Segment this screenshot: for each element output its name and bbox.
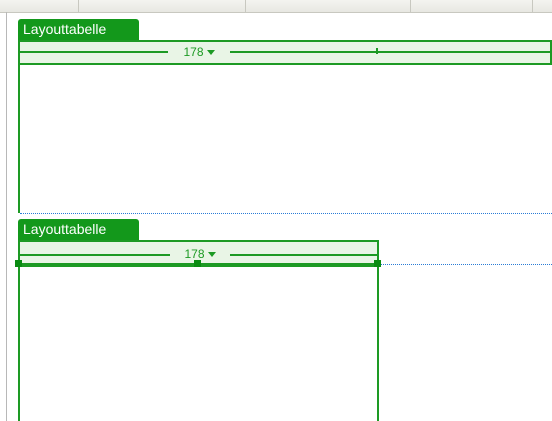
layout-table-border-dotted [379, 264, 552, 265]
width-line [20, 254, 170, 256]
layout-table-border-left[interactable] [18, 263, 20, 421]
table-width-label: 178 [184, 247, 205, 261]
layout-table-border-left [18, 65, 20, 213]
layout-table-border-right[interactable] [377, 263, 379, 421]
document-left-edge [6, 12, 7, 421]
table-width-menu[interactable]: 178 [168, 42, 230, 62]
cell-boundary-marker [376, 48, 378, 54]
width-line [230, 254, 377, 256]
dropdown-arrow-icon [206, 50, 215, 56]
ruler-tick [410, 0, 411, 12]
horizontal-ruler [0, 0, 552, 13]
width-line [230, 51, 552, 53]
layout-table-tab[interactable]: Layouttabelle [18, 19, 139, 40]
resize-handle-top-left[interactable] [15, 260, 22, 267]
resize-handle-top-right[interactable] [374, 260, 381, 267]
ruler-tick [78, 0, 79, 12]
resize-handle-top-middle[interactable] [194, 260, 201, 267]
table-width-label: 178 [183, 45, 204, 59]
width-line [20, 51, 168, 53]
dropdown-arrow-icon [207, 252, 216, 258]
layout-table-border-dotted [20, 213, 552, 214]
ruler-tick [532, 0, 533, 12]
layout-table-tab[interactable]: Layouttabelle [18, 219, 139, 240]
ruler-tick [245, 0, 246, 12]
